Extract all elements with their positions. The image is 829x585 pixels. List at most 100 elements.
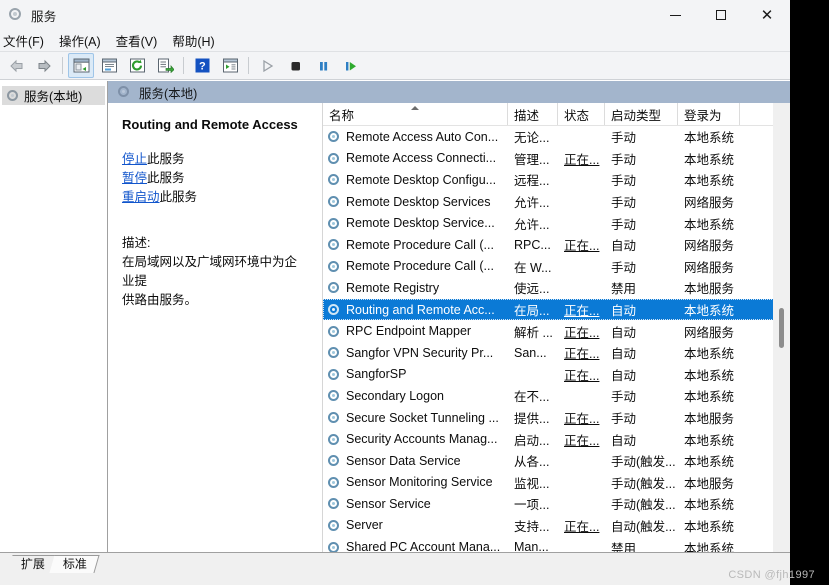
cell-description: 允许... <box>508 192 558 211</box>
table-row[interactable]: Sangfor VPN Security Pr... San... 正在... 自动 本… <box>323 342 790 364</box>
cell-name: Remote Access Connecti... <box>323 151 508 166</box>
stop-service-button[interactable] <box>282 53 308 78</box>
table-row[interactable]: RPC Endpoint Mapper 解析 ... 正在... 自动 网络服务 <box>323 320 790 342</box>
list-vertical-scrollbar[interactable] <box>773 103 790 552</box>
table-row[interactable]: Secure Socket Tunneling ... 提供... 正在... 手动 本… <box>323 407 790 429</box>
table-row[interactable]: Secondary Logon 在不... 手动 本地系统 <box>323 385 790 407</box>
cell-name: Sensor Monitoring Service <box>323 475 508 490</box>
cell-description: 一项... <box>508 494 558 513</box>
table-row[interactable]: Remote Desktop Services 允许... 手动 网络服务 <box>323 191 790 213</box>
scrollbar-thumb[interactable] <box>779 308 784 348</box>
stop-square-icon <box>291 61 300 70</box>
table-row[interactable]: SangforSP 正在... 自动 本地系统 <box>323 364 790 386</box>
cell-logon: 本地系统 <box>678 386 740 405</box>
cell-description-label: 支持... <box>514 519 550 534</box>
arrow-right-icon <box>38 59 51 72</box>
tab-standard[interactable]: 标准 <box>49 555 100 573</box>
cell-description-label: Man... <box>514 540 549 552</box>
help-button[interactable]: ? <box>189 53 215 78</box>
cell-startup-label: 自动 <box>611 433 637 448</box>
cell-logon-label: 本地系统 <box>684 304 735 319</box>
maximize-button[interactable] <box>698 0 744 30</box>
pause-service-button[interactable] <box>310 53 336 78</box>
restart-service-button[interactable] <box>338 53 364 78</box>
cell-logon-label: 本地系统 <box>684 433 735 448</box>
cell-startup: 自动 <box>605 300 678 319</box>
cell-description: 在局... <box>508 300 558 319</box>
cell-startup-label: 自动 <box>611 304 637 319</box>
show-hide-tree-button[interactable] <box>68 53 94 78</box>
export-list-button[interactable] <box>152 53 178 78</box>
cell-name: Remote Registry <box>323 280 508 295</box>
table-row[interactable]: Remote Access Auto Con... 无论... 手动 本地系统 <box>323 126 790 148</box>
service-name-label: Secure Socket Tunneling ... <box>346 410 499 425</box>
window-title: 服务 <box>31 9 57 24</box>
tree-node-services-local[interactable]: 服务(本地) <box>2 86 105 105</box>
service-name-label: Shared PC Account Mana... <box>346 540 501 552</box>
menu-help[interactable]: 帮助(H) <box>163 29 223 52</box>
table-row[interactable]: Security Accounts Manag... 启动... 正在... 自动 本地… <box>323 428 790 450</box>
service-gear-icon <box>327 237 342 252</box>
restart-service-link[interactable]: 重启动 <box>122 190 160 204</box>
cell-description: 无论... <box>508 127 558 146</box>
back-button[interactable] <box>3 53 29 78</box>
column-header-startup[interactable]: 启动类型 <box>605 103 678 125</box>
pause-service-suffix: 此服务 <box>147 170 185 185</box>
column-header-description[interactable]: 描述 <box>508 103 558 125</box>
services-list-header: 名称 描述 状态 启动类型 登录为 <box>323 103 790 126</box>
column-header-name[interactable]: 名称 <box>323 103 508 125</box>
cell-startup: 禁用 <box>605 538 678 552</box>
cell-logon-label: 本地系统 <box>684 455 735 470</box>
service-name-label: SangforSP <box>346 367 407 382</box>
close-button[interactable]: ✕ <box>744 0 790 30</box>
service-gear-icon <box>327 129 342 144</box>
table-row[interactable]: Remote Procedure Call (... RPC... 正在... 自动 网… <box>323 234 790 256</box>
pause-service-link[interactable]: 暂停 <box>122 171 147 185</box>
table-row[interactable]: Remote Desktop Service... 允许... 手动 本地系统 <box>323 212 790 234</box>
tab-standard-label: 标准 <box>62 557 87 571</box>
table-row[interactable]: Routing and Remote Acc... 在局... 正在... 自动 本地系… <box>323 298 790 321</box>
cell-startup-label: 手动 <box>611 196 637 211</box>
cell-description-label: 在局... <box>514 304 550 319</box>
show-action-pane-button[interactable] <box>217 53 243 78</box>
service-name-label: Remote Desktop Configu... <box>346 172 497 187</box>
table-row[interactable]: Shared PC Account Mana... Man... 禁用 本地系统 <box>323 536 790 552</box>
table-row[interactable]: Remote Procedure Call (... 在 W... 手动 网络服务 <box>323 256 790 278</box>
table-row[interactable]: Remote Access Connecti... 管理... 正在... 手动 本地系… <box>323 148 790 170</box>
services-gear-icon <box>8 7 24 23</box>
console-content: 服务(本地) 服务(本地) Routing and Remote Access … <box>0 80 790 552</box>
cell-status: 正在... <box>558 516 605 535</box>
cell-status-label: 正在... <box>564 412 600 427</box>
properties-button[interactable] <box>96 53 122 78</box>
cell-status: 正在... <box>558 235 605 254</box>
service-gear-icon <box>327 453 342 468</box>
menu-action[interactable]: 操作(A) <box>50 29 110 52</box>
forward-button[interactable] <box>31 53 57 78</box>
cell-logon: 网络服务 <box>678 257 740 276</box>
cell-logon-label: 本地系统 <box>684 368 735 383</box>
cell-logon-label: 本地服务 <box>684 412 735 427</box>
menu-view[interactable]: 查看(V) <box>107 29 167 52</box>
column-header-status[interactable]: 状态 <box>558 103 605 125</box>
cell-name: Shared PC Account Mana... <box>323 540 508 552</box>
table-row[interactable]: Remote Desktop Configu... 远程... 手动 本地系统 <box>323 169 790 191</box>
refresh-button[interactable] <box>124 53 150 78</box>
console-tree-pane: 服务(本地) <box>0 81 108 552</box>
cell-description: 解析 ... <box>508 322 558 341</box>
cell-logon: 本地系统 <box>678 343 740 362</box>
cell-logon-label: 本地系统 <box>684 390 735 405</box>
minimize-button[interactable] <box>652 0 698 30</box>
service-gear-icon <box>327 345 342 360</box>
menu-file[interactable]: 文件(F) <box>0 29 53 52</box>
start-service-button[interactable] <box>254 53 280 78</box>
stop-service-link[interactable]: 停止 <box>122 152 147 166</box>
table-row[interactable]: Server 支持... 正在... 自动(触发... 本地系统 <box>323 515 790 537</box>
table-row[interactable]: Sensor Monitoring Service 监视... 手动(触发... 本地… <box>323 472 790 494</box>
table-row[interactable]: Remote Registry 使远... 禁用 本地服务 <box>323 277 790 299</box>
table-row[interactable]: Sensor Service 一项... 手动(触发... 本地系统 <box>323 493 790 515</box>
cell-startup-label: 手动 <box>611 131 637 146</box>
table-row[interactable]: Sensor Data Service 从各... 手动(触发... 本地系统 <box>323 450 790 472</box>
column-header-logon[interactable]: 登录为 <box>678 103 740 125</box>
services-list: 名称 描述 状态 启动类型 登录为 Remote Access Auto Con… <box>323 103 790 552</box>
cell-status: 正在... <box>558 300 605 319</box>
